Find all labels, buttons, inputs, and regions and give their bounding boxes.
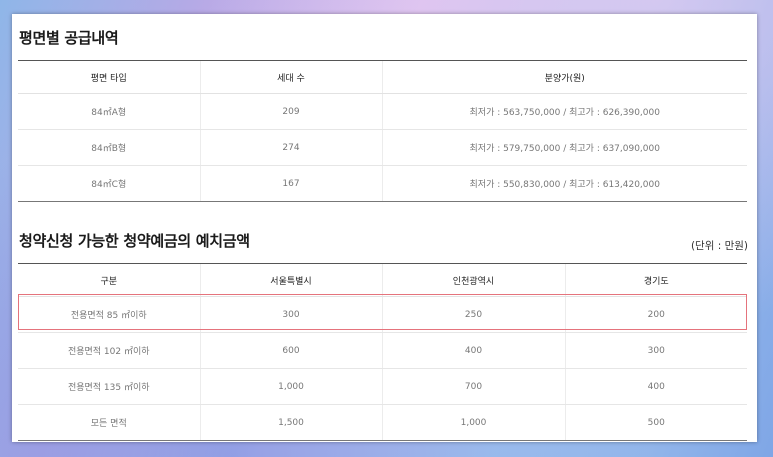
area-cell: 모든 면적 bbox=[18, 404, 200, 441]
plan-type-cell: 84㎡B형 bbox=[18, 129, 200, 166]
deposit-header-gyeonggi: 경기도 bbox=[564, 263, 747, 297]
gyeonggi-cell: 500 bbox=[564, 404, 747, 441]
incheon-cell: 250 bbox=[381, 296, 565, 333]
deposit-table-header-row: 구분 서울특별시 인천광역시 경기도 bbox=[18, 263, 747, 297]
plan-type-cell: 84㎡C형 bbox=[18, 165, 200, 202]
table-row-highlighted: 전용면적 85 ㎡이하 300 250 200 bbox=[18, 296, 747, 333]
gyeonggi-cell: 200 bbox=[564, 296, 747, 333]
table-row: 전용면적 135 ㎡이하 1,000 700 400 bbox=[18, 368, 747, 405]
supply-table: 평면 타입 세대 수 분양가(원) 84㎡A형 209 최저가 : 563,75… bbox=[18, 60, 747, 202]
deposit-table: 구분 서울특별시 인천광역시 경기도 전용면적 85 ㎡이하 300 250 2… bbox=[18, 263, 747, 441]
households-cell: 274 bbox=[199, 129, 382, 166]
incheon-cell: 700 bbox=[381, 368, 565, 405]
unit-note: (단위 : 만원) bbox=[690, 240, 748, 252]
supply-header-plan-type: 평면 타입 bbox=[18, 60, 200, 94]
table-row: 전용면적 102 ㎡이하 600 400 300 bbox=[18, 332, 747, 369]
area-cell: 전용면적 102 ㎡이하 bbox=[18, 332, 200, 369]
deposit-header-incheon: 인천광역시 bbox=[381, 263, 565, 297]
seoul-cell: 300 bbox=[199, 296, 382, 333]
table-row: 모든 면적 1,500 1,000 500 bbox=[18, 404, 747, 441]
price-cell: 최저가 : 579,750,000 / 최고가 : 637,090,000 bbox=[381, 129, 747, 166]
supply-header-households: 세대 수 bbox=[199, 60, 382, 94]
gyeonggi-cell: 400 bbox=[564, 368, 747, 405]
incheon-cell: 1,000 bbox=[381, 404, 565, 441]
table-row: 84㎡B형 274 최저가 : 579,750,000 / 최고가 : 637,… bbox=[18, 129, 747, 166]
households-cell: 209 bbox=[199, 93, 382, 130]
content-panel: 평면별 공급내역 평면 타입 세대 수 분양가(원) 84㎡A형 209 최저가… bbox=[12, 14, 757, 442]
supply-table-header-row: 평면 타입 세대 수 분양가(원) bbox=[18, 60, 747, 94]
incheon-cell: 400 bbox=[381, 332, 565, 369]
seoul-cell: 1,500 bbox=[199, 404, 382, 441]
deposit-section-title: 청약신청 가능한 청약예금의 예치금액 bbox=[19, 232, 250, 250]
price-cell: 최저가 : 550,830,000 / 최고가 : 613,420,000 bbox=[381, 165, 747, 202]
deposit-header-category: 구분 bbox=[18, 263, 200, 297]
gyeonggi-cell: 300 bbox=[564, 332, 747, 369]
supply-header-price: 분양가(원) bbox=[381, 60, 747, 94]
area-cell: 전용면적 135 ㎡이하 bbox=[18, 368, 200, 405]
seoul-cell: 1,000 bbox=[199, 368, 382, 405]
seoul-cell: 600 bbox=[199, 332, 382, 369]
table-row: 84㎡A형 209 최저가 : 563,750,000 / 최고가 : 626,… bbox=[18, 93, 747, 130]
households-cell: 167 bbox=[199, 165, 382, 202]
price-cell: 최저가 : 563,750,000 / 최고가 : 626,390,000 bbox=[381, 93, 747, 130]
table-row: 84㎡C형 167 최저가 : 550,830,000 / 최고가 : 613,… bbox=[18, 165, 747, 202]
plan-type-cell: 84㎡A형 bbox=[18, 93, 200, 130]
supply-section-title: 평면별 공급내역 bbox=[19, 29, 119, 47]
area-cell: 전용면적 85 ㎡이하 bbox=[18, 296, 200, 333]
deposit-header-seoul: 서울특별시 bbox=[199, 263, 382, 297]
